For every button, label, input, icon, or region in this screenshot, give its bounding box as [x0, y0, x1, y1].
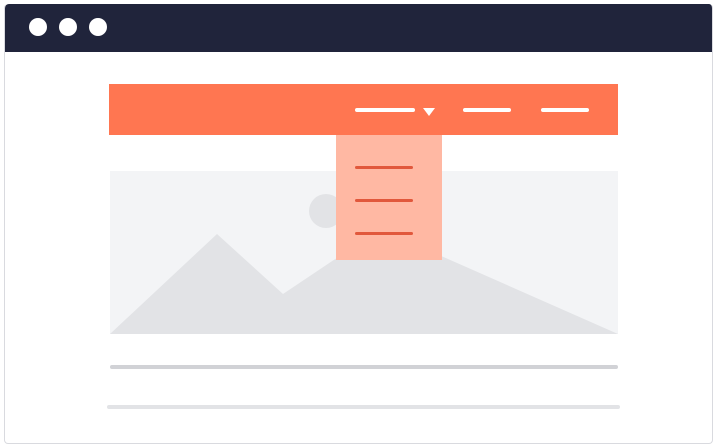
content-text-line: [110, 365, 618, 369]
dropdown-item-3[interactable]: [355, 232, 413, 235]
dropdown-item-1[interactable]: [355, 166, 413, 169]
window-control-close[interactable]: [29, 18, 47, 36]
site-navbar: [109, 84, 618, 135]
nav-item-3[interactable]: [541, 108, 589, 112]
nav-item-dropdown[interactable]: [355, 108, 415, 112]
window-control-minimize[interactable]: [59, 18, 77, 36]
content-text-line: [107, 405, 620, 409]
dropdown-item-2[interactable]: [355, 199, 413, 202]
browser-window: [4, 4, 713, 444]
nav-dropdown-menu: [336, 135, 442, 260]
window-control-maximize[interactable]: [89, 18, 107, 36]
nav-item-2[interactable]: [463, 108, 511, 112]
caret-down-icon[interactable]: [423, 108, 435, 116]
window-titlebar: [5, 4, 712, 52]
